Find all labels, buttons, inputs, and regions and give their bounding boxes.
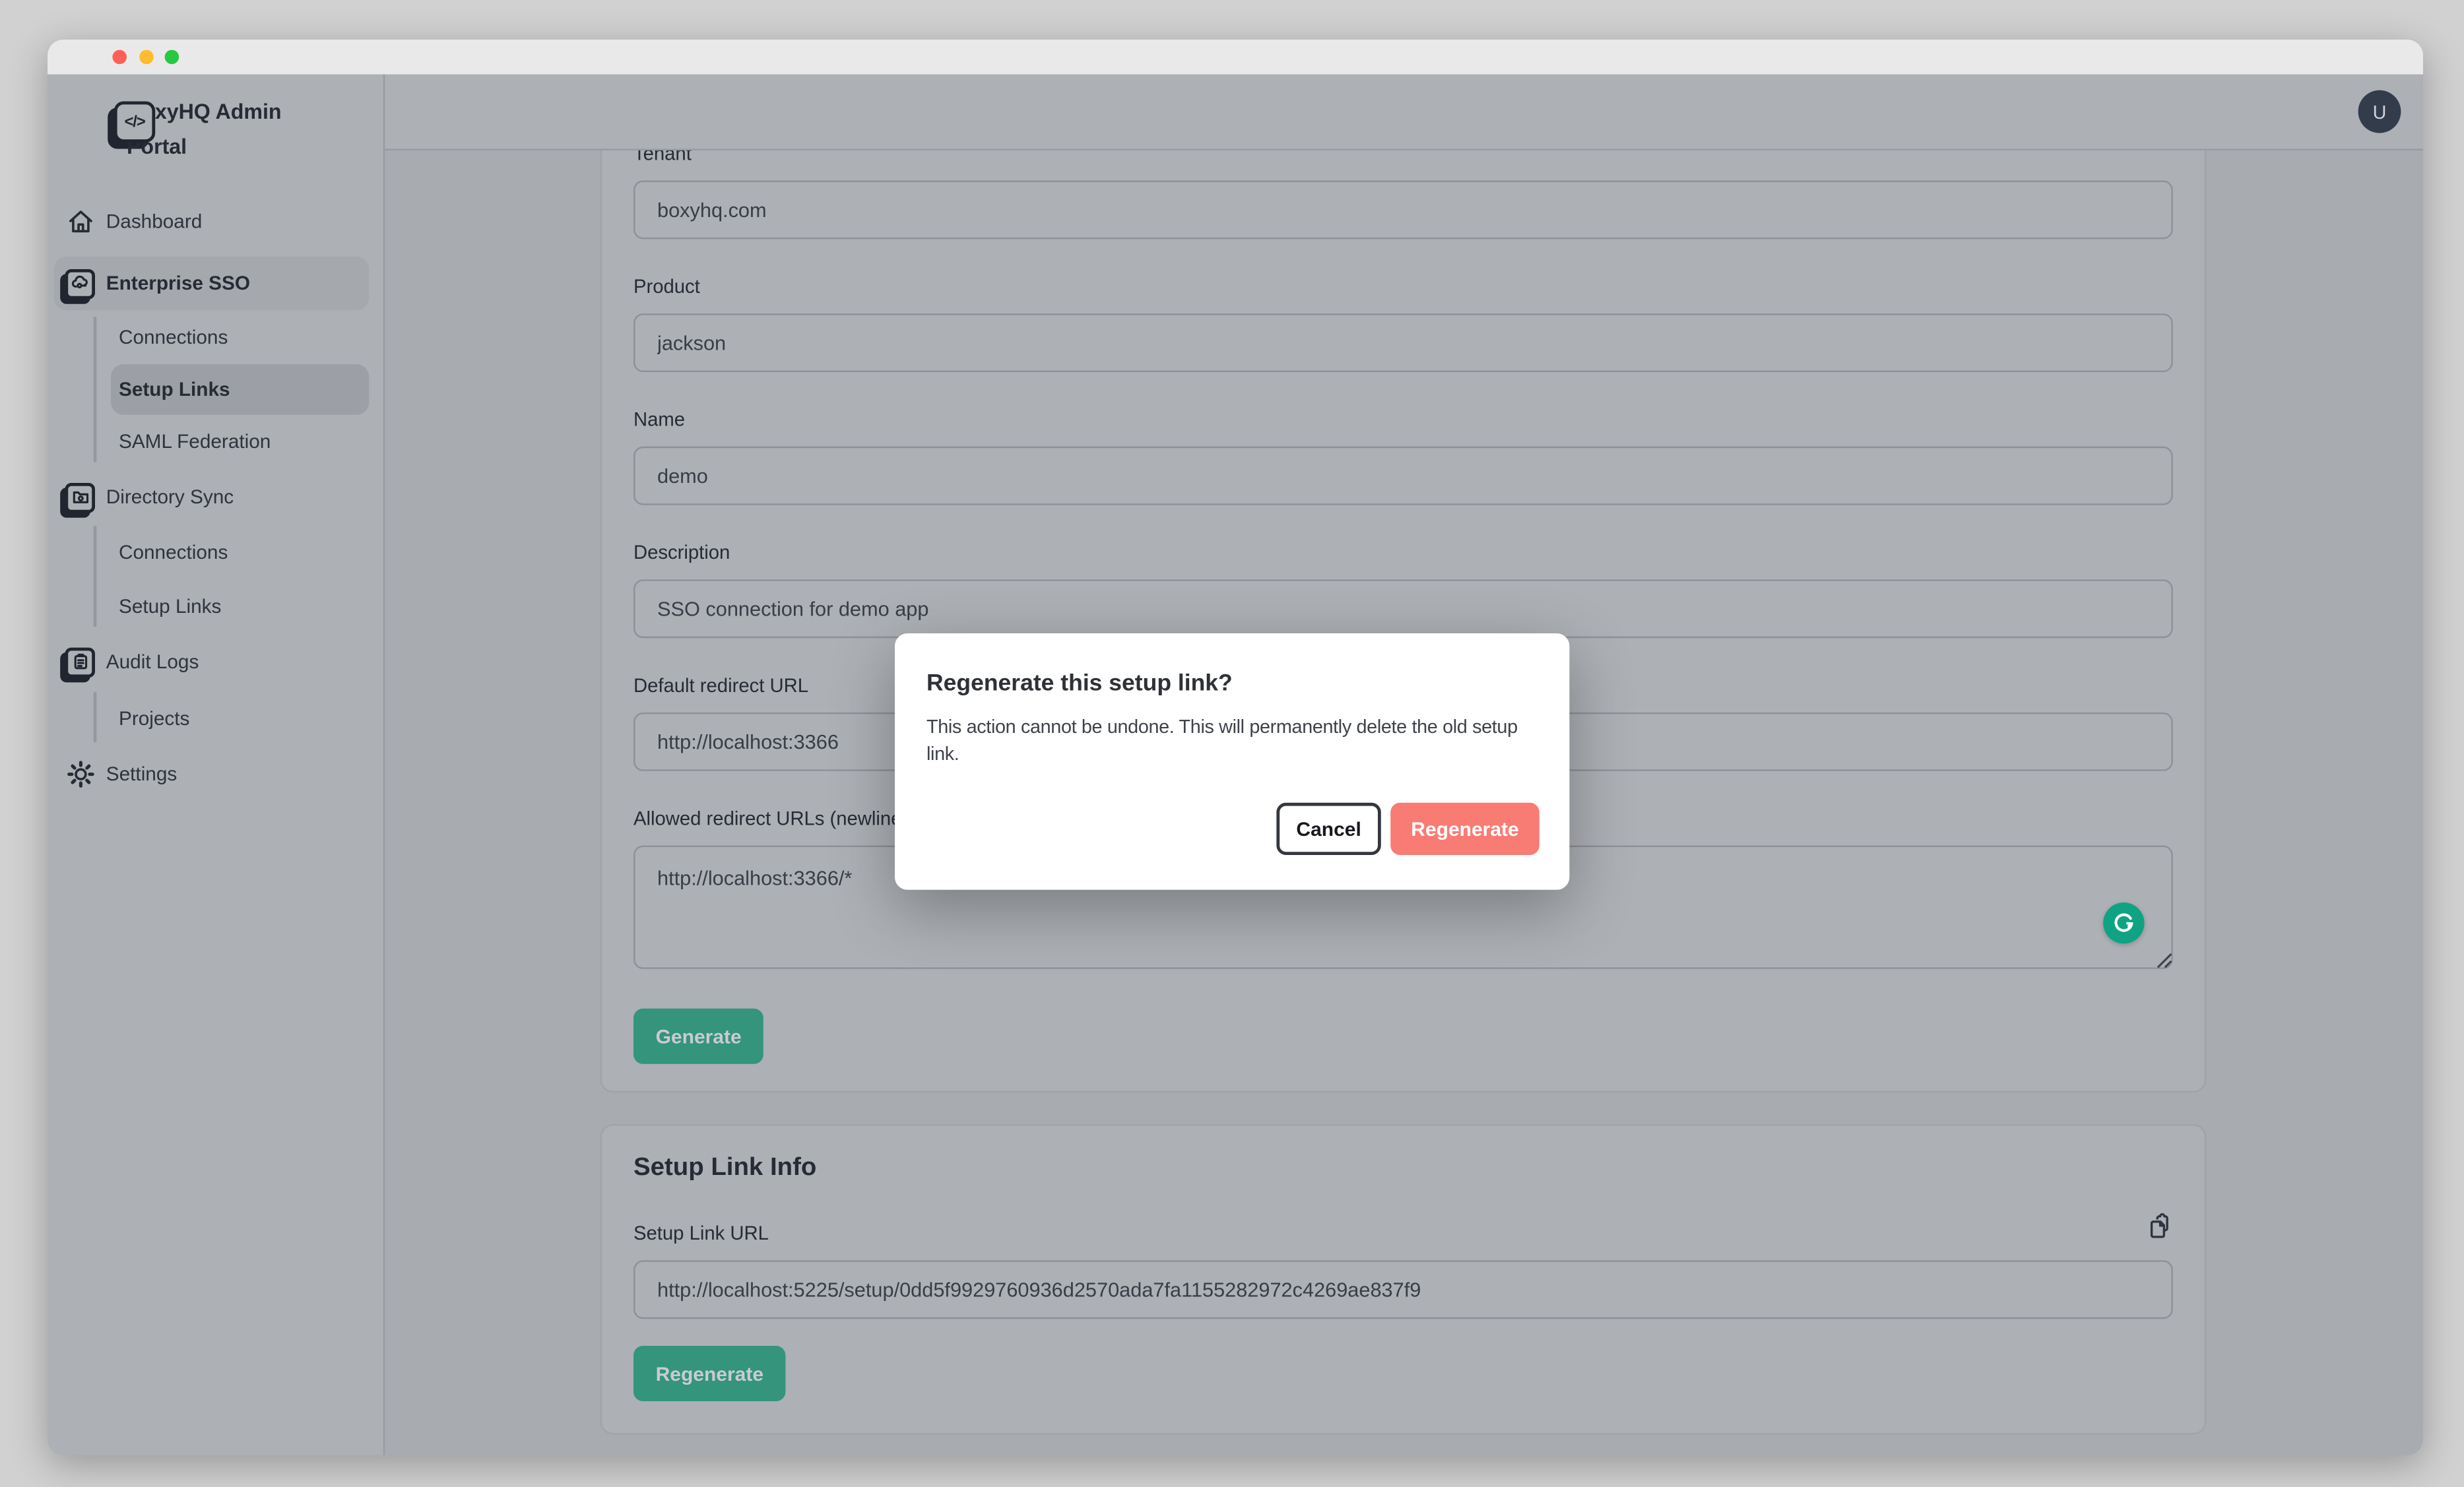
setup-link-url-input[interactable] bbox=[633, 1260, 2173, 1319]
sidebar: </> BoxyHQ Admin Portal Dashboard bbox=[48, 75, 385, 1455]
sidebar-item-dashboard[interactable]: Dashboard bbox=[48, 198, 383, 245]
sidebar-item-directory-sync[interactable]: Directory Sync bbox=[48, 474, 383, 521]
description-label: Description bbox=[633, 542, 730, 564]
dialog-title: Regenerate this setup link? bbox=[926, 672, 1233, 697]
sidebar-item-sso-connections[interactable]: Connections bbox=[48, 313, 383, 361]
name-input[interactable] bbox=[633, 447, 2173, 505]
directory-sync-icon bbox=[65, 482, 95, 513]
name-label: Name bbox=[633, 408, 685, 431]
home-icon bbox=[65, 206, 95, 237]
description-input[interactable] bbox=[633, 579, 2173, 638]
copy-icon[interactable] bbox=[2147, 1213, 2176, 1241]
window-titlebar bbox=[48, 40, 2423, 75]
setup-link-info-card: Setup Link Info Setup Link URL Regenerat… bbox=[600, 1124, 2207, 1434]
close-window-icon[interactable] bbox=[112, 50, 127, 65]
sidebar-item-dsync-connections[interactable]: Connections bbox=[48, 529, 383, 577]
sidebar-item-settings[interactable]: Settings bbox=[48, 751, 383, 798]
product-input[interactable] bbox=[633, 313, 2173, 372]
tenant-input[interactable] bbox=[633, 181, 2173, 239]
cancel-button[interactable]: Cancel bbox=[1276, 803, 1380, 855]
zoom-window-icon[interactable] bbox=[165, 50, 179, 65]
enterprise-sso-icon bbox=[65, 269, 95, 299]
grammarly-icon[interactable] bbox=[2103, 902, 2144, 943]
textarea-resize-handle-icon[interactable] bbox=[2155, 949, 2172, 977]
sidebar-item-audit-logs[interactable]: Audit Logs bbox=[48, 638, 383, 685]
dialog-body-text: This action cannot be undone. This will … bbox=[926, 714, 1541, 766]
audit-logs-icon bbox=[65, 647, 95, 677]
setup-link-info-heading: Setup Link Info bbox=[633, 1155, 816, 1183]
product-label: Product bbox=[633, 276, 700, 298]
boxyhq-logo-icon: </> bbox=[114, 102, 155, 142]
sidebar-item-projects[interactable]: Projects bbox=[48, 695, 383, 743]
minimize-window-icon[interactable] bbox=[139, 50, 154, 65]
screen: </> BoxyHQ Admin Portal Dashboard bbox=[0, 0, 2464, 1487]
sidebar-item-sso-setup-links[interactable]: Setup Links bbox=[48, 365, 383, 413]
regenerate-button[interactable]: Regenerate bbox=[633, 1346, 786, 1401]
gear-icon bbox=[65, 759, 95, 790]
regenerate-confirm-dialog: Regenerate this setup link? This action … bbox=[895, 633, 1569, 890]
sidebar-item-enterprise-sso[interactable]: Enterprise SSO bbox=[48, 260, 383, 307]
confirm-regenerate-button[interactable]: Regenerate bbox=[1390, 803, 1540, 855]
generate-button[interactable]: Generate bbox=[633, 1009, 763, 1064]
top-header: U bbox=[385, 75, 2423, 150]
sidebar-item-saml-federation[interactable]: SAML Federation bbox=[48, 418, 383, 466]
brand[interactable]: </> BoxyHQ Admin Portal bbox=[48, 75, 383, 201]
sidebar-item-dsync-setup-links[interactable]: Setup Links bbox=[48, 583, 383, 630]
setup-link-url-label: Setup Link URL bbox=[633, 1222, 769, 1245]
default-redirect-url-label: Default redirect URL bbox=[633, 674, 808, 697]
avatar[interactable]: U bbox=[2358, 90, 2401, 133]
setup-link-form-card: Tenant Product Name Description Default … bbox=[600, 95, 2207, 1092]
